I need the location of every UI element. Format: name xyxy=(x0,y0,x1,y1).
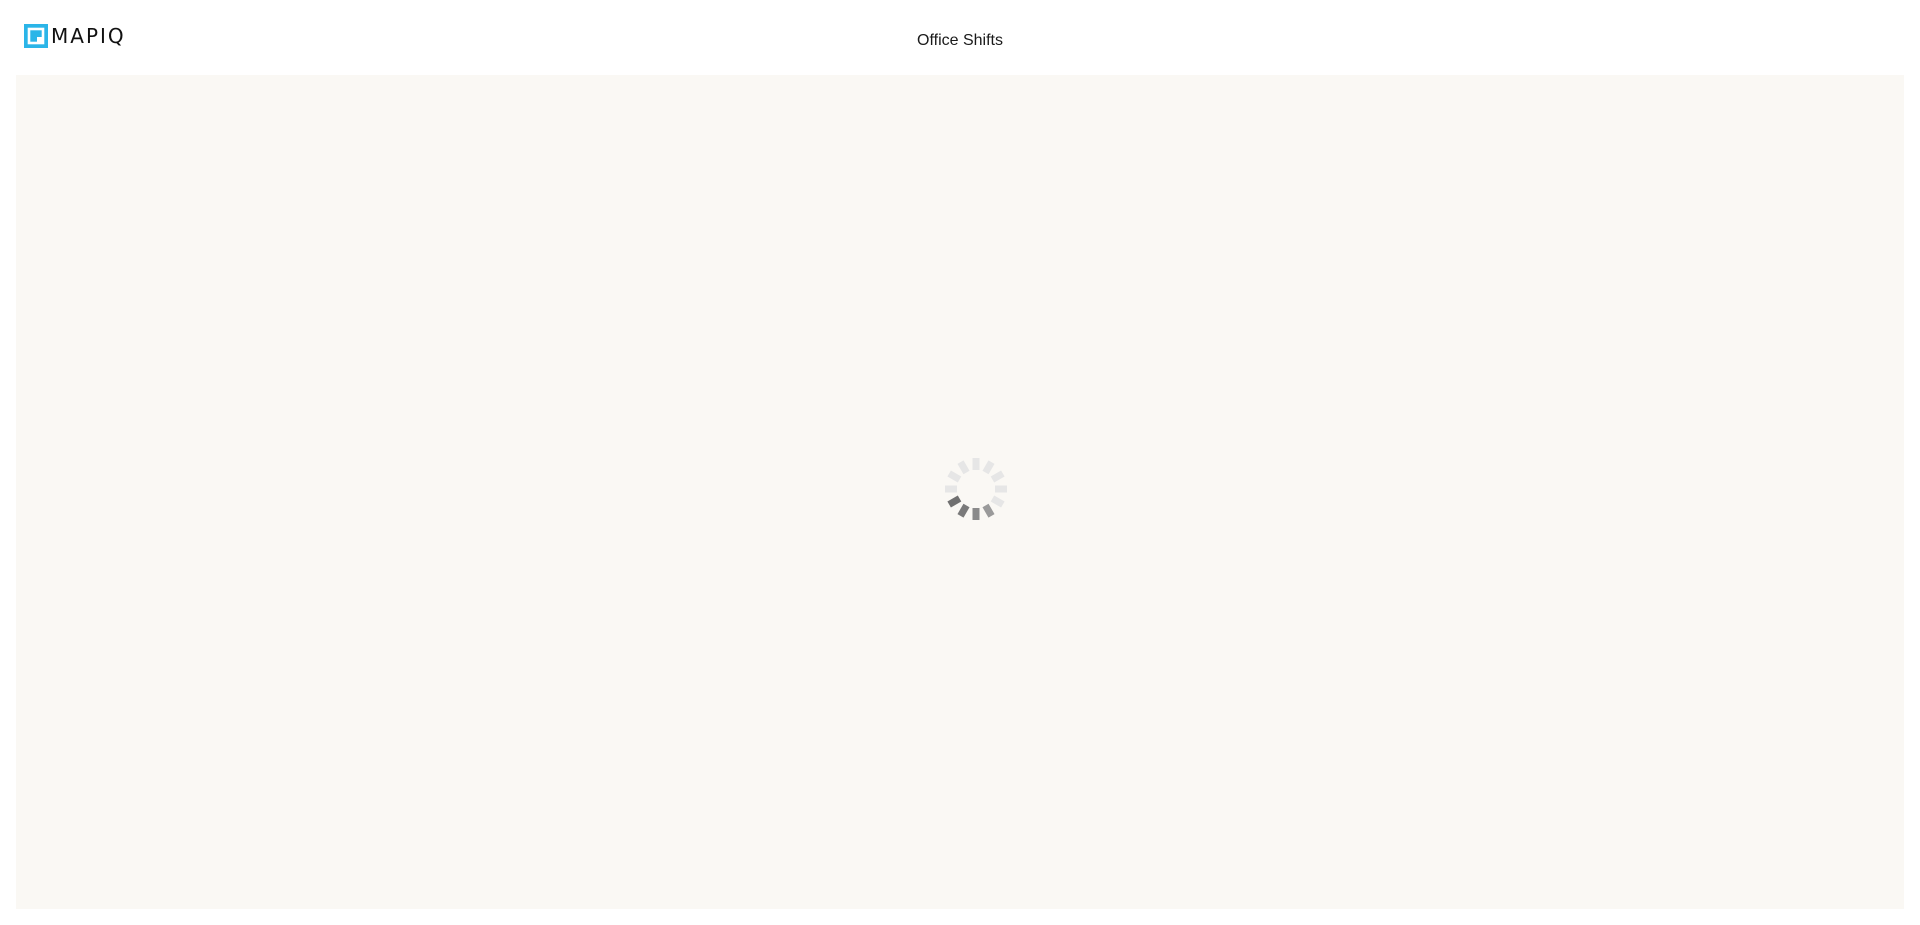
main-content-area xyxy=(16,75,1904,909)
spinner-segment xyxy=(982,460,995,475)
spinner-segment xyxy=(947,495,962,508)
spinner-segment xyxy=(957,503,970,518)
page-title: Office Shifts xyxy=(917,32,1003,49)
spinner-segment xyxy=(995,485,1007,493)
loading-spinner-icon xyxy=(945,458,1007,520)
spinner-segment xyxy=(982,503,995,518)
spinner-segment xyxy=(957,460,970,475)
spinner-segment xyxy=(990,470,1005,483)
spinner-segment xyxy=(972,508,980,520)
spinner-segment xyxy=(945,485,957,493)
spinner-segment xyxy=(972,458,980,470)
spinner-segment xyxy=(947,470,962,483)
spinner-segment xyxy=(990,495,1005,508)
app-header: MAPIQ Office Shifts xyxy=(0,0,1920,75)
app-root: MAPIQ Office Shifts xyxy=(0,0,1920,925)
